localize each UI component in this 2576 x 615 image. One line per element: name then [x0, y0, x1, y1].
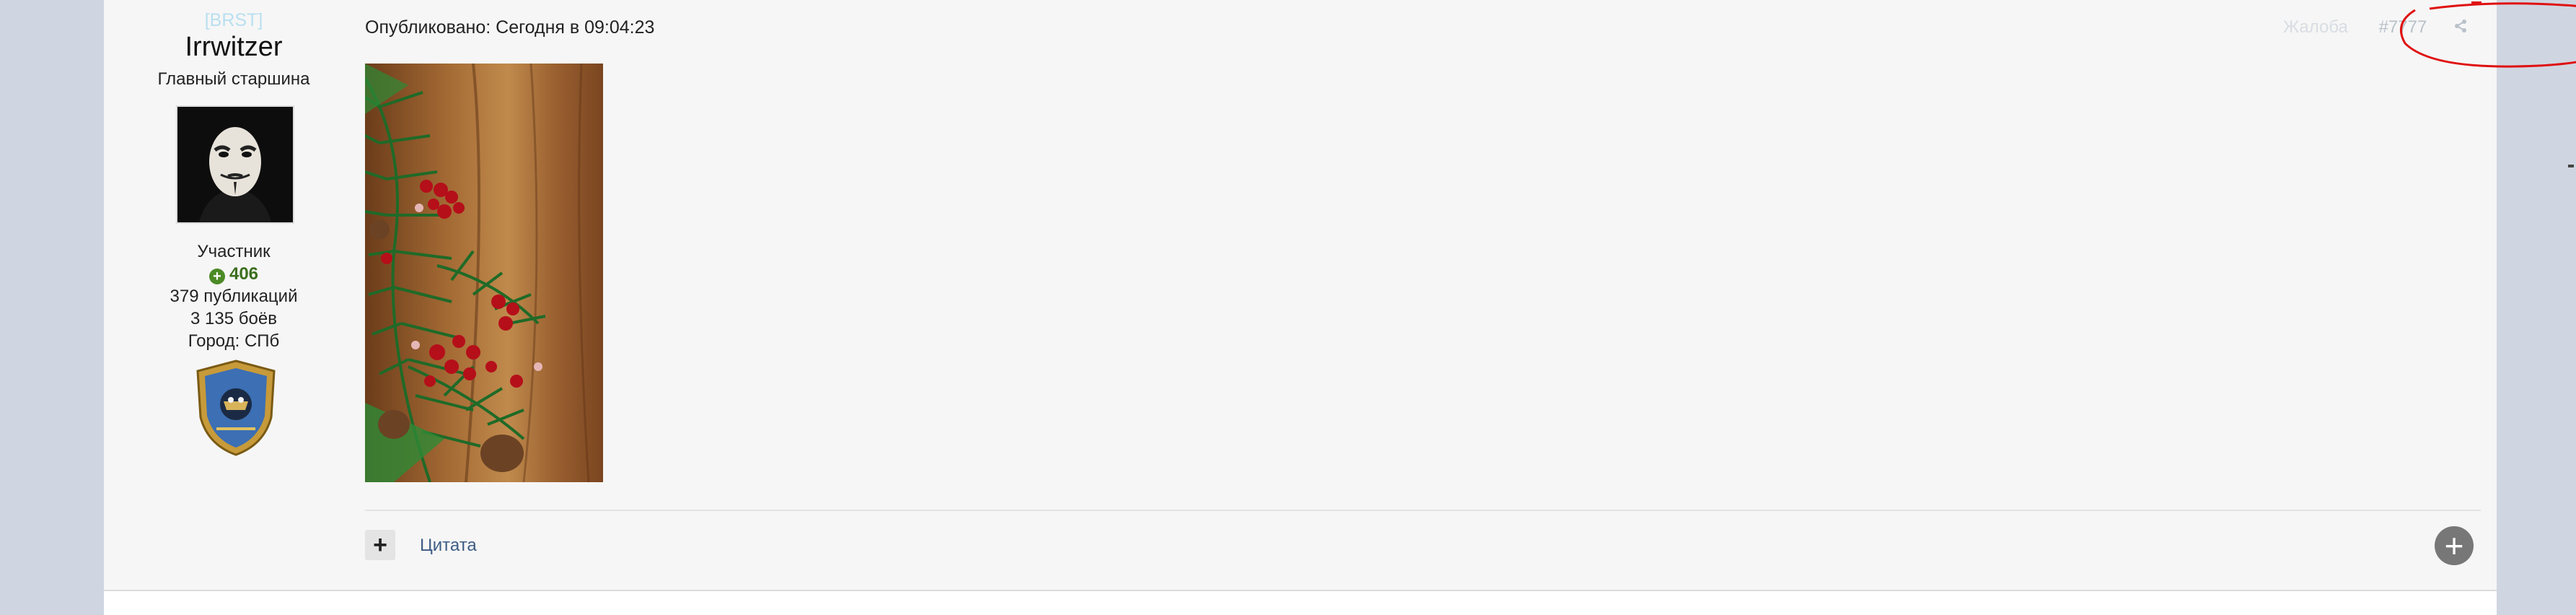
plus-circle-icon: + — [208, 269, 225, 284]
report-link[interactable]: Жалоба — [2283, 17, 2348, 37]
clan-tag[interactable]: [BRST] — [104, 10, 364, 31]
red-annotation-circle — [2399, 1, 2576, 68]
posts-count: 379 публикаций — [170, 287, 298, 306]
battles-count: 3 135 боёв — [190, 309, 277, 328]
add-reaction-button[interactable]: + — [2435, 526, 2474, 565]
city: Город: СПб — [188, 331, 280, 351]
quote-button[interactable]: Цитата — [420, 536, 477, 556]
clan-emblem — [196, 359, 276, 456]
reputation-value: 406 — [229, 264, 259, 284]
reputation: +406 — [104, 264, 364, 284]
plus-circle-icon: + — [2444, 527, 2464, 564]
author-panel: [BRST] Irrwitzer Главный старшина Участн… — [104, 0, 364, 590]
user-rank: Главный старшина — [157, 69, 310, 89]
scroll-marker — [2568, 165, 2574, 167]
page: [BRST] Irrwitzer Главный старшина Участн… — [104, 0, 2576, 615]
forum-post: [BRST] Irrwitzer Главный старшина Участн… — [104, 0, 2576, 591]
christmas-branch-image[interactable] — [365, 64, 603, 482]
username[interactable]: Irrwitzer — [104, 32, 364, 63]
avatar-image — [177, 107, 293, 222]
user-group: Участник — [197, 242, 271, 261]
avatar[interactable] — [176, 105, 294, 224]
divider — [365, 510, 2481, 511]
plus-icon: + — [373, 531, 387, 559]
multiquote-button[interactable]: + — [365, 530, 395, 560]
published-date[interactable]: Опубликовано: Сегодня в 09:04:23 — [365, 17, 654, 38]
